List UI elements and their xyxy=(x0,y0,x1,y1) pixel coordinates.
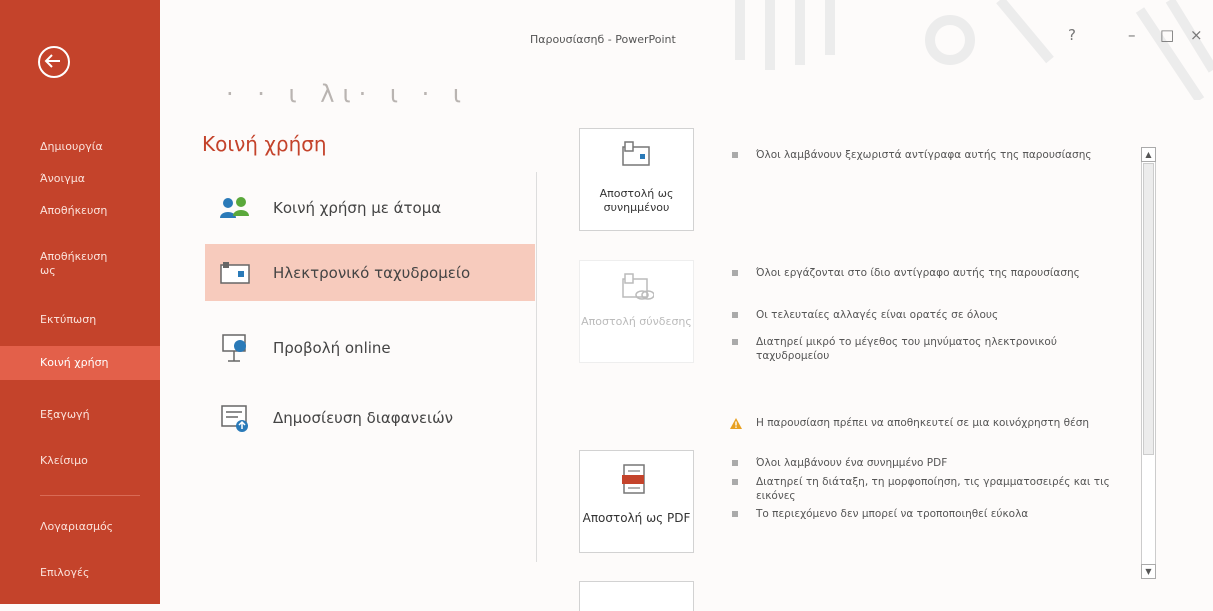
bullet-item: Διατηρεί τη διάταξη, τη μορφοποίηση, τις… xyxy=(732,475,1132,503)
option-label: Δημοσίευση διαφανειών xyxy=(273,409,454,427)
close-button[interactable]: × xyxy=(1190,26,1203,44)
nav-close[interactable]: Κλείσιμο xyxy=(0,454,160,476)
present-online-icon xyxy=(219,332,251,364)
send-link-button[interactable]: Αποστολή σύνδεσης xyxy=(579,260,694,363)
divider xyxy=(536,172,537,562)
option-share-people[interactable]: Κοινή χρήση με άτομα xyxy=(205,181,535,235)
nav-save-as[interactable]: Αποθήκευση ως xyxy=(0,250,125,286)
page-title: Κοινή χρήση xyxy=(202,132,327,156)
back-arrow-icon xyxy=(44,54,60,68)
card-label: Αποστολή σύνδεσης xyxy=(581,315,692,328)
option-label: Ηλεκτρονικό ταχυδρομείο xyxy=(273,263,471,282)
nav-save[interactable]: Αποθήκευση xyxy=(0,204,160,226)
faded-page-heading: · · ι λι· ι · ι xyxy=(226,80,469,108)
bullet-item: Όλοι λαμβάνουν ένα συνημμένο PDF xyxy=(732,456,1132,470)
scroll-up-button[interactable]: ▲ xyxy=(1141,147,1156,162)
option-email[interactable]: Ηλεκτρονικό ταχυδρομείο xyxy=(205,244,535,301)
nav-print[interactable]: Εκτύπωση xyxy=(0,313,160,335)
restore-button[interactable]: □ xyxy=(1160,26,1174,44)
warning-text: Η παρουσίαση πρέπει να αποθηκευτεί σε μι… xyxy=(756,417,1090,429)
minimize-button[interactable]: – xyxy=(1128,26,1136,44)
link-icon xyxy=(622,273,654,300)
backstage-sidebar: Δημιουργία Άνοιγμα Αποθήκευση Αποθήκευση… xyxy=(0,0,160,604)
option-present-online[interactable]: Προβολή online xyxy=(205,321,535,375)
publish-slides-icon xyxy=(219,402,251,434)
card-label: Αποστολή ως PDF xyxy=(582,511,691,525)
send-as-pdf-button[interactable]: Αποστολή ως PDF xyxy=(579,450,694,553)
nav-open[interactable]: Άνοιγμα xyxy=(0,172,160,194)
scroll-down-button[interactable]: ▼ xyxy=(1141,564,1156,579)
card-label: Αποστολή ως συνημμένου xyxy=(599,187,674,214)
nav-separator xyxy=(40,495,140,496)
option-label: Κοινή χρήση με άτομα xyxy=(273,199,442,217)
next-card-partial[interactable] xyxy=(579,581,694,611)
bullet-item: Όλοι λαμβάνουν ξεχωριστά αντίγραφα αυτής… xyxy=(732,148,1132,162)
bullet-item: Οι τελευταίες αλλαγές είναι ορατές σε όλ… xyxy=(732,308,1132,322)
pdf-icon xyxy=(622,464,645,494)
option-label: Προβολή online xyxy=(273,339,391,357)
nav-new[interactable]: Δημιουργία xyxy=(0,140,160,162)
back-button[interactable] xyxy=(38,46,70,78)
people-icon xyxy=(219,192,251,224)
send-as-attachment-button[interactable]: Αποστολή ως συνημμένου xyxy=(579,128,694,231)
nav-share[interactable]: Κοινή χρήση xyxy=(0,346,160,380)
nav-export[interactable]: Εξαγωγή xyxy=(0,408,160,430)
nav-account[interactable]: Λογαριασμός xyxy=(0,520,160,542)
bullet-item: Το περιεχόμενο δεν μπορεί να τροποποιηθε… xyxy=(732,507,1132,521)
bullet-item: Διατηρεί μικρό το μέγεθος του μηνύματος … xyxy=(732,335,1132,363)
nav-options[interactable]: Επιλογές xyxy=(0,566,160,588)
option-publish-slides[interactable]: Δημοσίευση διαφανειών xyxy=(205,391,535,445)
scrollbar-thumb[interactable] xyxy=(1143,163,1154,455)
window-title: Παρουσίασηб - PowerPoint xyxy=(530,33,676,46)
attachment-icon xyxy=(622,141,650,166)
help-button[interactable]: ? xyxy=(1068,26,1076,44)
email-icon xyxy=(219,257,251,289)
bullet-item: Όλοι εργάζονται στο ίδιο αντίγραφο αυτής… xyxy=(732,266,1132,280)
header-watermark xyxy=(735,0,1213,100)
